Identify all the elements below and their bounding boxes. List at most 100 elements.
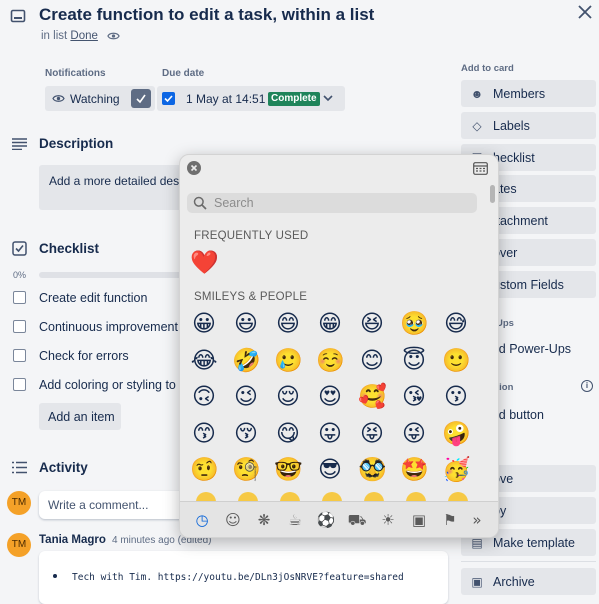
watch-check-icon bbox=[131, 89, 151, 108]
emoji-item[interactable]: 😋 bbox=[274, 420, 302, 448]
emoji-item[interactable]: 🤓 bbox=[274, 456, 303, 484]
smiley-icon[interactable]: ☺ bbox=[223, 510, 243, 530]
symbols-icon[interactable]: ▣ bbox=[409, 510, 429, 530]
members-button[interactable]: ☻ Members bbox=[461, 80, 596, 107]
checklist-progress-text: 0% bbox=[13, 270, 27, 280]
labels-button[interactable]: ◇ Labels bbox=[461, 112, 596, 139]
emoji-item[interactable]: 🥸 bbox=[358, 456, 387, 484]
avatar-initials: TM bbox=[11, 539, 27, 550]
comment-text[interactable]: Tech with Tim. https://youtu.be/DLn3jOsN… bbox=[72, 572, 404, 583]
emoji-item[interactable]: 😇 bbox=[400, 347, 428, 375]
members-label: Members bbox=[493, 86, 546, 101]
checklist-checkbox[interactable] bbox=[13, 291, 26, 304]
checklist-item[interactable]: Continuous improvement bbox=[39, 320, 178, 334]
add-item-label: Add an item bbox=[48, 410, 115, 424]
attachment-label: ttachment bbox=[493, 213, 548, 228]
checklist-icon bbox=[12, 241, 27, 256]
comment-placeholder: Write a comment... bbox=[48, 498, 149, 512]
emoji-item[interactable]: 🧐 bbox=[232, 456, 261, 484]
emoji-item[interactable]: 🤣 bbox=[232, 347, 261, 375]
recent-clock-icon[interactable]: ◷ bbox=[192, 510, 212, 530]
emoji-item[interactable]: 😌 bbox=[274, 383, 302, 411]
comment-author[interactable]: Tania Magro bbox=[39, 534, 106, 546]
emoji-item[interactable]: 🤪 bbox=[442, 420, 471, 448]
add-powerups-button[interactable]: ld Power-Ups bbox=[496, 342, 571, 356]
watch-button[interactable]: Watching bbox=[45, 86, 155, 111]
list-prefix: in list bbox=[41, 30, 68, 42]
comment-body: Tech with Tim. https://youtu.be/DLn3jOsN… bbox=[39, 551, 448, 604]
emoji-item[interactable]: 🥳 bbox=[442, 456, 471, 484]
custom-fields-label: ustom Fields bbox=[493, 277, 564, 292]
emoji-item[interactable]: 😂 bbox=[190, 347, 218, 375]
emoji-item[interactable]: 🥰 bbox=[358, 383, 387, 411]
emoji-item[interactable]: 🙂 bbox=[442, 347, 471, 375]
emoji-scrollbar[interactable] bbox=[490, 185, 495, 203]
frequently-used-heading: FREQUENTLY USED bbox=[194, 230, 309, 242]
checklist-item[interactable]: Add coloring or styling to th bbox=[39, 378, 190, 392]
checklist-item[interactable]: Create edit function bbox=[39, 291, 147, 305]
description-field[interactable]: Add a more detailed desc bbox=[39, 165, 189, 210]
emoji-item[interactable]: 😀 bbox=[190, 310, 218, 338]
archive-label: Archive bbox=[493, 574, 535, 589]
bulb-icon[interactable]: ☀ bbox=[378, 510, 398, 530]
flag-icon[interactable]: ⚑ bbox=[440, 510, 460, 530]
add-item-button[interactable]: Add an item bbox=[39, 403, 121, 430]
card-title[interactable]: Create function to edit a task, within a… bbox=[39, 5, 374, 25]
close-icon[interactable] bbox=[187, 161, 201, 175]
emoji-item[interactable]: 😚 bbox=[232, 420, 260, 448]
bullet bbox=[53, 574, 57, 578]
emoji-item[interactable]: 😉 bbox=[232, 383, 260, 411]
close-icon[interactable] bbox=[577, 4, 593, 20]
add-button-button[interactable]: ld button bbox=[496, 408, 544, 422]
info-icon[interactable]: i bbox=[581, 380, 593, 392]
emoji-item[interactable]: 😁 bbox=[316, 310, 344, 338]
tag-icon: ◇ bbox=[472, 118, 482, 133]
emoji-item[interactable]: 😝 bbox=[358, 420, 386, 448]
checklist-item[interactable]: Check for errors bbox=[39, 349, 129, 363]
character-viewer-icon[interactable] bbox=[473, 162, 488, 175]
emoji-item[interactable]: 😆 bbox=[358, 310, 386, 338]
emoji-item[interactable]: 😗 bbox=[442, 383, 470, 411]
emoji-heart[interactable]: ❤️ bbox=[190, 249, 219, 277]
emoji-item[interactable]: 😄 bbox=[274, 310, 302, 338]
car-icon[interactable]: ⛟ bbox=[347, 510, 367, 530]
bear-icon[interactable]: ❋ bbox=[254, 510, 274, 530]
comment-input[interactable]: Write a comment... bbox=[39, 491, 189, 519]
emoji-item[interactable]: 🥲 bbox=[274, 347, 303, 375]
emoji-item[interactable]: 🤩 bbox=[400, 456, 429, 484]
emoji-item[interactable]: 😅 bbox=[442, 310, 470, 338]
eye-icon[interactable] bbox=[107, 30, 120, 42]
archive-button[interactable]: ▣ Archive bbox=[461, 568, 596, 595]
emoji-item[interactable]: 😛 bbox=[316, 420, 344, 448]
emoji-item[interactable]: 🥹 bbox=[400, 310, 429, 338]
more-icon[interactable]: » bbox=[467, 510, 487, 530]
due-complete-checkbox[interactable] bbox=[162, 92, 175, 105]
checklist-checkbox[interactable] bbox=[13, 320, 26, 333]
emoji-item[interactable]: 😎 bbox=[316, 456, 344, 484]
notifications-label: Notifications bbox=[45, 68, 106, 79]
emoji-item[interactable]: 😊 bbox=[358, 347, 386, 375]
due-date-button[interactable]: 1 May at 14:51 Complete bbox=[157, 86, 345, 111]
emoji-item[interactable]: 😜 bbox=[400, 420, 428, 448]
emoji-item[interactable]: 😍 bbox=[316, 383, 344, 411]
emoji-item[interactable]: 🙃 bbox=[190, 383, 218, 411]
emoji-search-input[interactable]: Search bbox=[187, 193, 477, 213]
description-icon bbox=[12, 138, 27, 150]
make-template-label: Make template bbox=[493, 535, 575, 550]
emoji-grid-partial-row bbox=[180, 491, 498, 502]
emoji-item[interactable]: 🤨 bbox=[190, 456, 219, 484]
emoji-item[interactable]: 😃 bbox=[232, 310, 260, 338]
archive-icon: ▣ bbox=[471, 574, 483, 589]
checklist-checkbox[interactable] bbox=[13, 378, 26, 391]
avatar[interactable]: TM bbox=[7, 533, 31, 557]
add-to-card-heading: Add to card bbox=[461, 63, 514, 74]
food-icon[interactable]: ☕ bbox=[285, 510, 305, 530]
emoji-picker[interactable]: Search FREQUENTLY USED ❤️ SMILEYS & PEOP… bbox=[179, 154, 499, 538]
emoji-item[interactable]: ☺️ bbox=[316, 347, 345, 375]
emoji-item[interactable]: 😘 bbox=[400, 383, 428, 411]
avatar[interactable]: TM bbox=[7, 491, 31, 515]
ball-icon[interactable]: ⚽ bbox=[316, 510, 336, 530]
checklist-checkbox[interactable] bbox=[13, 349, 26, 362]
emoji-item[interactable]: 😙 bbox=[190, 420, 218, 448]
list-link[interactable]: Done bbox=[70, 30, 98, 42]
